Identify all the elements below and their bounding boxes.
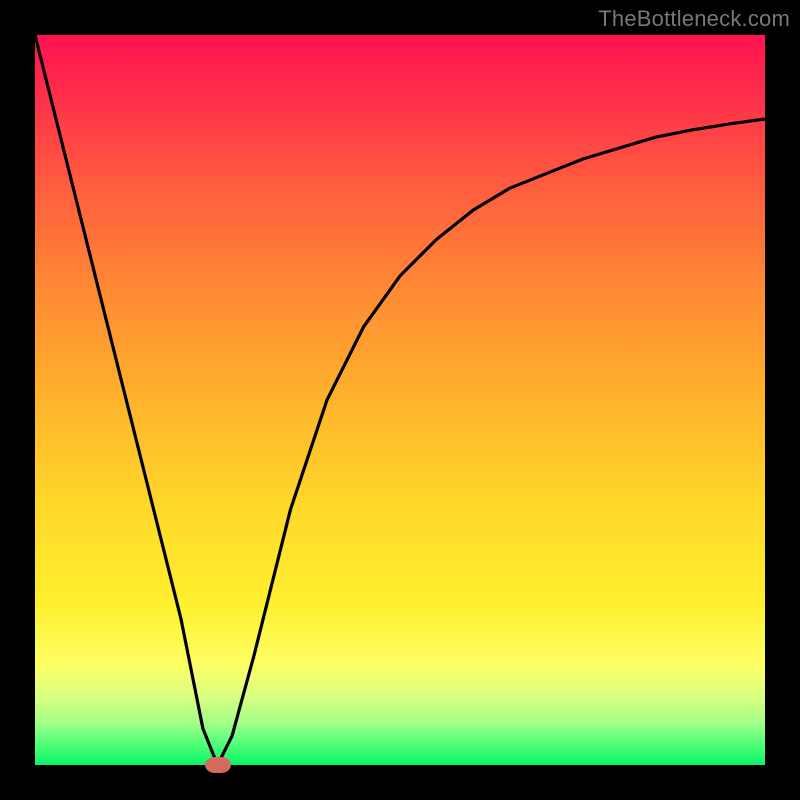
plot-area: [35, 35, 765, 765]
minimum-marker-dot: [205, 757, 231, 773]
chart-frame: TheBottleneck.com: [0, 0, 800, 800]
bottleneck-curve-line: [35, 35, 765, 765]
watermark-text: TheBottleneck.com: [598, 6, 790, 32]
curve-svg: [35, 35, 765, 765]
